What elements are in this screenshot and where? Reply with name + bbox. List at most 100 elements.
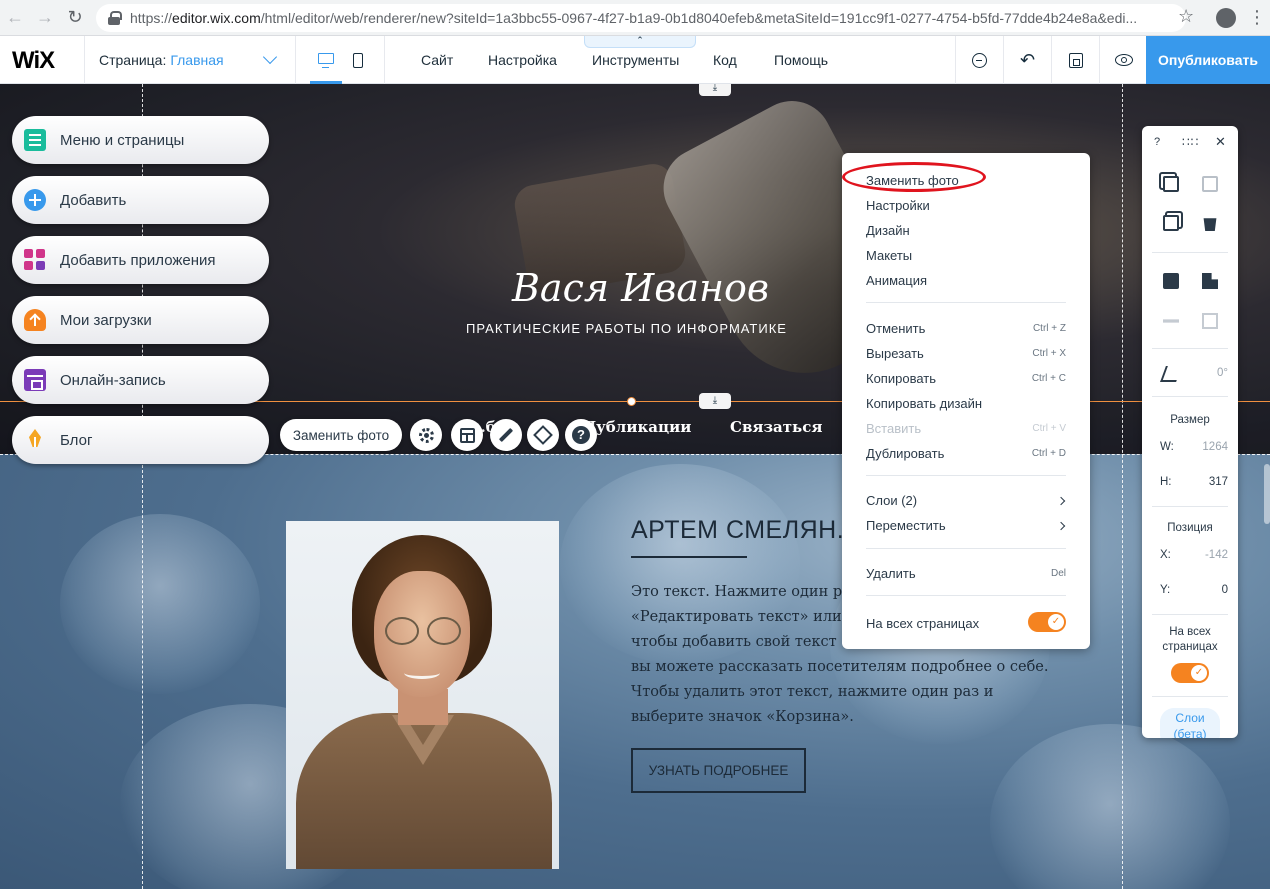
ctx-layers[interactable]: Слои (2) xyxy=(866,493,917,508)
url-scheme: https:// xyxy=(130,9,173,26)
help-tool-button[interactable]: ? xyxy=(565,419,597,451)
photo-part xyxy=(427,617,461,645)
ctx-animation[interactable]: Анимация xyxy=(866,273,927,288)
sidebar-item-add-apps[interactable]: Добавить приложения xyxy=(12,236,269,284)
layout-tool-button[interactable] xyxy=(451,419,483,451)
sidebar-item-bookings[interactable]: Онлайн-запись xyxy=(12,356,269,404)
ctx-copy-design[interactable]: Копировать дизайн xyxy=(866,396,982,411)
divider xyxy=(384,36,385,84)
site-nav-item-contact[interactable]: Связаться xyxy=(730,418,822,436)
site-tagline[interactable]: ПРАКТИЧЕСКИЕ РАБОТЫ ПО ИНФОРМАТИКЕ xyxy=(466,321,787,336)
scrollbar[interactable] xyxy=(1264,464,1270,524)
all-pages-toggle[interactable] xyxy=(1028,612,1066,632)
page-label: Страница: xyxy=(99,52,167,68)
sidebar-item-pages[interactable]: Меню и страницы xyxy=(12,116,269,164)
help-icon: ? xyxy=(572,426,590,444)
copy-icon[interactable] xyxy=(1163,176,1179,192)
anchor-handle-icon[interactable]: ⤓ xyxy=(699,393,731,409)
rotate-angle-icon xyxy=(1160,366,1182,382)
animation-tool-button[interactable] xyxy=(527,419,559,451)
divider xyxy=(1152,614,1228,615)
person-name-heading[interactable]: АРТЕМ СМЕЛЯН... xyxy=(631,516,859,545)
ctx-copy[interactable]: Копировать xyxy=(866,371,936,386)
profile-photo[interactable] xyxy=(286,521,559,869)
design-tool-button[interactable] xyxy=(490,419,522,451)
menu-site[interactable]: Сайт xyxy=(421,36,453,84)
settings-tool-button[interactable] xyxy=(410,419,442,451)
undo-icon: ↶ xyxy=(1019,49,1036,70)
divider xyxy=(866,475,1066,476)
ctx-delete[interactable]: Удалить xyxy=(866,566,916,581)
upload-icon xyxy=(24,309,46,331)
trash-icon[interactable] xyxy=(1203,218,1217,231)
sidebar-item-add[interactable]: Добавить xyxy=(12,176,269,224)
sidebar-item-uploads[interactable]: Мои загрузки xyxy=(12,296,269,344)
learn-more-button[interactable]: УЗНАТЬ ПОДРОБНЕЕ xyxy=(631,748,806,793)
ctx-cut[interactable]: Вырезать xyxy=(866,346,924,361)
zoom-button[interactable] xyxy=(955,36,1003,84)
reload-icon[interactable]: ↻ xyxy=(60,3,90,33)
about-line: вы можете рассказать посетителям подробн… xyxy=(631,659,1049,675)
close-icon[interactable]: ✕ xyxy=(1215,134,1226,150)
lock-icon xyxy=(108,10,122,25)
menu-help[interactable]: Помощь xyxy=(774,36,828,84)
chevron-right-icon xyxy=(1056,521,1066,531)
ctx-undo[interactable]: Отменить xyxy=(866,321,925,336)
site-title[interactable]: Вася Иванов xyxy=(512,266,769,310)
publish-button[interactable]: Опубликовать xyxy=(1146,36,1270,84)
pages-icon xyxy=(24,129,46,151)
site-nav-item-publications[interactable]: Публикации xyxy=(582,418,691,436)
address-bar[interactable]: https://editor.wix.com/html/editor/web/r… xyxy=(96,3,1186,32)
align-icon[interactable] xyxy=(1202,273,1218,289)
ctx-layouts[interactable]: Макеты xyxy=(866,248,912,263)
bookmark-star-icon[interactable]: ☆ xyxy=(1178,6,1194,27)
inspector-panel: ? ∷∷ ✕ 0° Размер W: 1264 H: 317 Позиция … xyxy=(1142,126,1238,738)
sidebar-item-blog[interactable]: Блог xyxy=(12,416,269,464)
save-button[interactable] xyxy=(1051,36,1099,84)
desktop-view-button[interactable] xyxy=(310,36,342,84)
menu-settings[interactable]: Настройка xyxy=(488,36,557,84)
account-icon[interactable] xyxy=(1216,8,1236,28)
height-label: H: xyxy=(1160,476,1172,488)
forward-icon[interactable]: → xyxy=(30,3,60,33)
arrange-icon[interactable] xyxy=(1163,273,1179,289)
y-value[interactable]: 0 xyxy=(1186,584,1228,596)
undo-button[interactable]: ↶ xyxy=(1003,36,1051,84)
zoom-out-icon xyxy=(972,52,987,68)
menu-code[interactable]: Код xyxy=(713,36,737,84)
drag-handle-icon[interactable]: ∷∷ xyxy=(1182,135,1199,149)
sidebar-item-label: Меню и страницы xyxy=(60,131,185,149)
rotation-value[interactable]: 0° xyxy=(1186,367,1228,379)
ctx-paste: Вставить xyxy=(866,421,922,436)
divider xyxy=(1152,696,1228,697)
duplicate-icon[interactable] xyxy=(1163,215,1179,231)
ctx-design[interactable]: Дизайн xyxy=(866,223,910,238)
back-icon[interactable]: ← xyxy=(0,3,30,33)
save-icon xyxy=(1068,52,1083,68)
calendar-icon xyxy=(24,369,46,391)
mobile-view-button[interactable] xyxy=(342,36,374,84)
x-value[interactable]: -142 xyxy=(1186,549,1228,561)
page-selector[interactable]: Страница: Главная xyxy=(84,36,296,84)
highlight-annotation xyxy=(842,162,986,192)
height-value[interactable]: 317 xyxy=(1186,476,1228,488)
ctx-duplicate[interactable]: Дублировать xyxy=(866,446,944,461)
resize-handle[interactable] xyxy=(627,397,636,406)
ctx-settings[interactable]: Настройки xyxy=(866,198,930,213)
anchor-handle-icon[interactable]: ⤓ xyxy=(699,84,731,96)
divider xyxy=(631,556,747,558)
animation-icon xyxy=(533,425,553,445)
topbar-pull-tab[interactable]: ⌃ xyxy=(584,36,696,48)
replace-photo-button[interactable]: Заменить фото xyxy=(280,419,402,451)
url-host: editor.wix.com xyxy=(172,9,261,26)
eye-icon xyxy=(1114,54,1133,66)
mobile-icon xyxy=(353,52,363,68)
browser-menu-icon[interactable]: ⋮ xyxy=(1248,7,1266,28)
layers-beta-button[interactable]: Слои (бета) xyxy=(1160,708,1220,738)
ctx-move[interactable]: Переместить xyxy=(866,518,946,533)
y-label: Y: xyxy=(1160,584,1171,596)
width-value[interactable]: 1264 xyxy=(1186,441,1228,453)
all-pages-toggle[interactable] xyxy=(1171,663,1209,683)
preview-button[interactable] xyxy=(1099,36,1147,84)
help-icon[interactable]: ? xyxy=(1154,136,1160,148)
